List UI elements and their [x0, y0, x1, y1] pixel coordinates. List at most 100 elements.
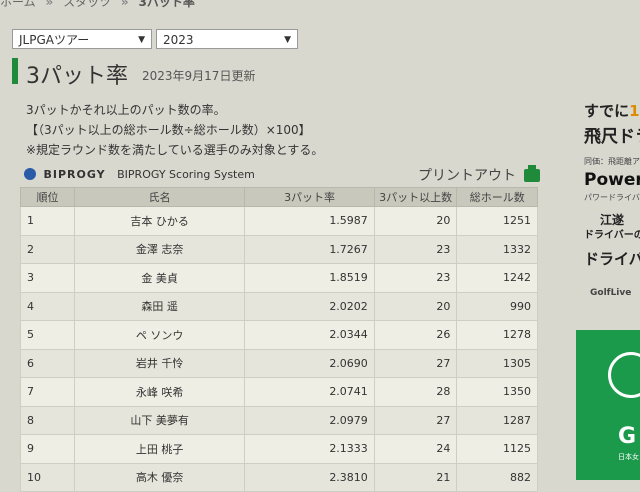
stat-description: 3パットかそれ以上のパット数の率。 【（3パット以上の総ホール数÷総ホール数）×… [26, 100, 546, 160]
golfer-icon [608, 352, 640, 398]
ad-headline[interactable]: ドライバーの方 [584, 226, 640, 241]
row-holes: 882 [456, 462, 538, 492]
player-link[interactable]: 上田 桃子 [74, 434, 246, 464]
description-line: ※規定ラウンド数を満たしている選手のみ対象とする。 [26, 143, 324, 157]
row-rate: 2.1333 [244, 434, 375, 464]
row-rate: 1.7267 [244, 234, 375, 264]
updated-date: 2023年9月17日更新 [142, 69, 256, 83]
breadcrumb-separator: » [120, 0, 129, 9]
ad-text: ドライバーの [584, 230, 640, 241]
tour-select-value: JLPGAツアー [19, 33, 90, 47]
table-row: 5 ペ ソンウ 2.0344 26 1278 [19, 320, 538, 350]
biprogy-logo-icon [24, 168, 36, 180]
row-rank: 4 [19, 291, 76, 321]
year-select-value: 2023 [163, 33, 194, 47]
row-holes: 1125 [456, 434, 538, 464]
ad-banner-caption: 日本女 [618, 453, 639, 461]
row-rank: 6 [19, 348, 76, 378]
column-header-rank[interactable]: 順位 [19, 187, 76, 207]
table-row: 8 山下 美夢有 2.0979 27 1287 [19, 405, 538, 435]
ad-banner[interactable]: G 日本女 [576, 330, 640, 480]
breadcrumb-home[interactable]: ホーム [0, 0, 36, 9]
row-count: 27 [373, 405, 458, 435]
ad-headline[interactable]: 飛尺ドラ [584, 122, 640, 147]
golflive-logo[interactable]: GolfLive [590, 288, 631, 298]
row-rate: 2.0979 [244, 405, 375, 435]
print-button[interactable]: プリントアウト [418, 165, 541, 185]
ranking-table: 順位 氏名 3パット率 3パット以上数 総ホール数 1 吉本 ひかる 1.598… [19, 187, 538, 492]
print-label: プリントアウト [418, 168, 516, 184]
row-count: 20 [373, 206, 458, 236]
table-row: 1 吉本 ひかる 1.5987 20 1251 [19, 206, 538, 236]
row-count: 27 [373, 348, 458, 378]
title-accent-bar [12, 58, 18, 84]
row-count: 23 [373, 263, 458, 293]
row-holes: 1332 [456, 234, 538, 264]
ad-headline[interactable]: ドライバ [584, 248, 640, 269]
table-row: 10 高木 優奈 2.3810 21 882 [19, 462, 538, 492]
row-count: 28 [373, 377, 458, 407]
description-line: 【（3パット以上の総ホール数÷総ホール数）×100】 [26, 123, 311, 137]
table-row: 4 森田 遥 2.0202 20 990 [19, 291, 538, 321]
printer-icon [524, 165, 541, 182]
row-rank: 3 [19, 263, 76, 293]
row-count: 26 [373, 320, 458, 350]
row-count: 20 [373, 291, 458, 321]
ad-caption: パワードライバ [584, 193, 640, 202]
sidebar-ads: すでに10 飛尺ドラ 同価：飛距離ア Power パワードライバ 江遂 ドライバ… [576, 100, 640, 480]
row-rank: 10 [19, 462, 76, 492]
row-count: 23 [373, 234, 458, 264]
column-header-count[interactable]: 3パット以上数 [373, 187, 458, 207]
column-header-rate[interactable]: 3パット率 [244, 187, 375, 207]
breadcrumb-separator: » [45, 0, 54, 9]
player-link[interactable]: 金 美貞 [74, 263, 246, 293]
table-row: 9 上田 桃子 2.1333 24 1125 [19, 434, 538, 464]
player-link[interactable]: 山下 美夢有 [74, 405, 246, 435]
row-rate: 2.3810 [244, 462, 375, 492]
player-link[interactable]: 吉本 ひかる [74, 206, 246, 236]
breadcrumb-stats[interactable]: スタッツ [63, 0, 111, 9]
row-rate: 2.0202 [244, 291, 375, 321]
year-select[interactable]: 2023 ▼ [156, 29, 298, 49]
column-header-name[interactable]: 氏名 [74, 187, 246, 207]
row-holes: 1278 [456, 320, 538, 350]
ad-product-name[interactable]: Power [584, 170, 640, 190]
scoring-brand: BIPROGY BIPROGY Scoring System [24, 168, 255, 184]
breadcrumb-current: 3パット率 [138, 0, 195, 9]
player-link[interactable]: ペ ソンウ [74, 320, 246, 350]
scoring-system-label: BIPROGY Scoring System [117, 168, 255, 181]
ad-headline[interactable]: すでに10 [584, 100, 640, 121]
page-title: 3パット率 [26, 64, 128, 89]
table-row: 7 永峰 咲希 2.0741 28 1350 [19, 377, 538, 407]
table-row: 3 金 美貞 1.8519 23 1242 [19, 263, 538, 293]
player-link[interactable]: 金澤 志奈 [74, 234, 246, 264]
player-link[interactable]: 森田 遥 [74, 291, 246, 321]
row-holes: 1251 [456, 206, 538, 236]
table-header-row: 順位 氏名 3パット率 3パット以上数 総ホール数 [19, 187, 538, 207]
row-rank: 2 [19, 234, 76, 264]
ad-accent-text: 10 [629, 102, 640, 120]
row-rate: 1.8519 [244, 263, 375, 293]
chevron-down-icon: ▼ [284, 35, 291, 45]
row-rank: 5 [19, 320, 76, 350]
description-line: 3パットかそれ以上のパット数の率。 [26, 103, 226, 117]
row-holes: 1242 [456, 263, 538, 293]
ad-caption: 同価：飛距離ア [584, 157, 640, 166]
row-rank: 8 [19, 405, 76, 435]
tour-select[interactable]: JLPGAツアー ▼ [12, 29, 152, 49]
table-row: 6 岩井 千怜 2.0690 27 1305 [19, 348, 538, 378]
player-link[interactable]: 高木 優奈 [74, 462, 246, 492]
player-link[interactable]: 永峰 咲希 [74, 377, 246, 407]
player-link[interactable]: 岩井 千怜 [74, 348, 246, 378]
row-rank: 9 [19, 434, 76, 464]
ad-text: すでに [584, 102, 630, 120]
row-holes: 990 [456, 291, 538, 321]
chevron-down-icon: ▼ [138, 35, 145, 45]
row-rate: 2.0344 [244, 320, 375, 350]
row-holes: 1305 [456, 348, 538, 378]
ad-banner-text: G [618, 424, 637, 449]
column-header-holes[interactable]: 総ホール数 [456, 187, 538, 207]
row-rate: 2.0690 [244, 348, 375, 378]
row-rate: 2.0741 [244, 377, 375, 407]
row-count: 24 [373, 434, 458, 464]
